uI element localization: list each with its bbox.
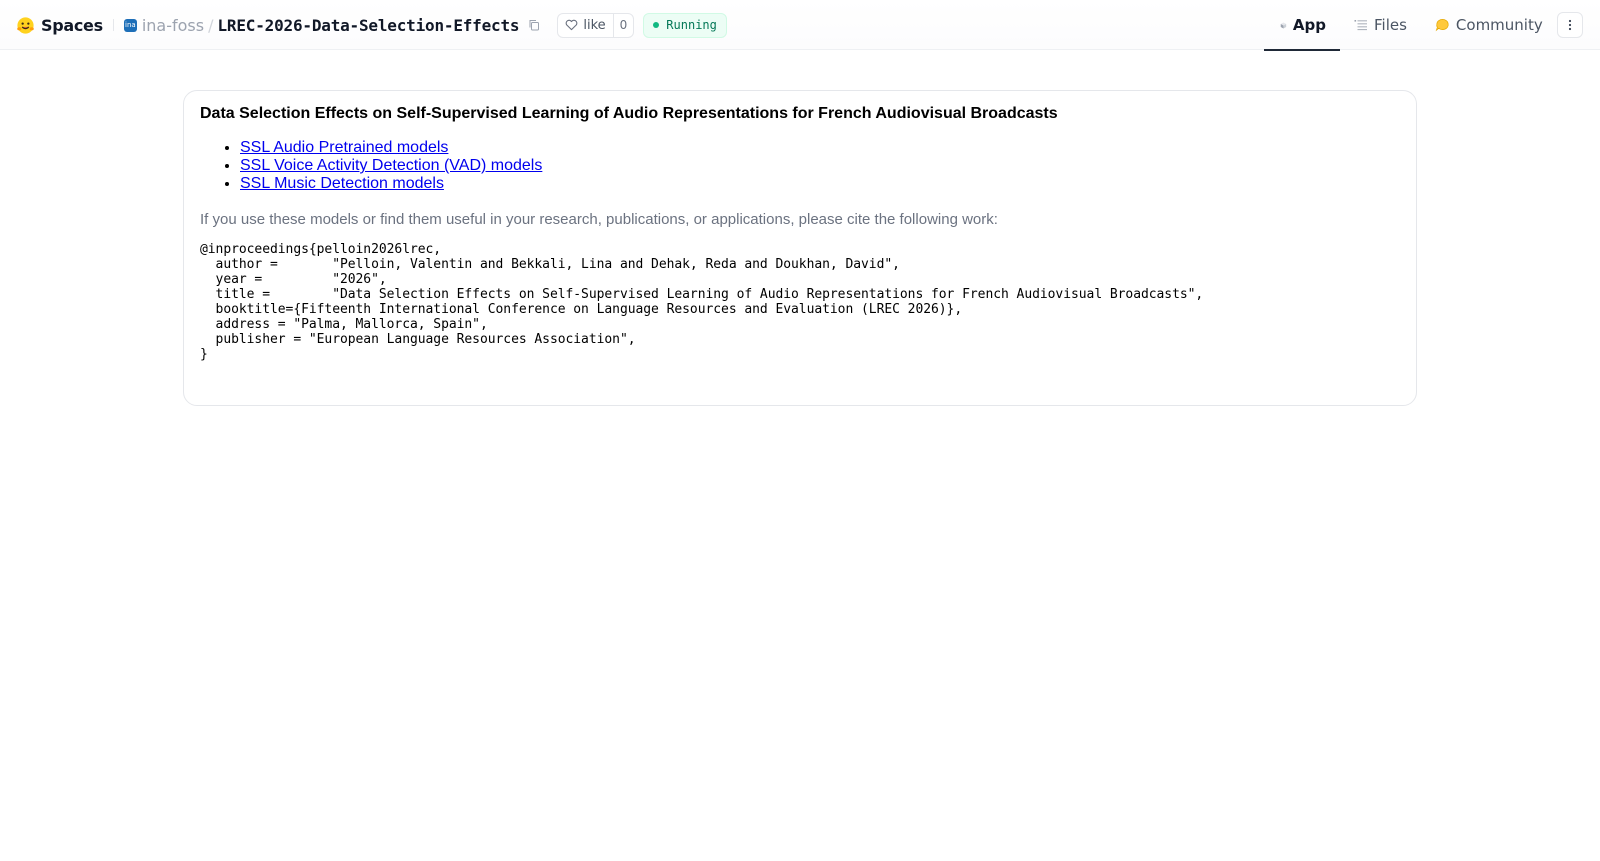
tab-app[interactable]: App (1264, 0, 1340, 51)
tab-app-label: App (1292, 16, 1326, 34)
more-vertical-icon (1568, 19, 1572, 31)
heart-icon (565, 19, 578, 31)
citation-note: If you use these models or find them use… (200, 211, 998, 228)
files-icon (1354, 20, 1367, 31)
list-item: SSL Audio Pretrained models (240, 139, 542, 157)
header-left: Spaces ina ina-foss / LREC-2026-Data-Sel… (16, 0, 727, 50)
header-divider (112, 19, 114, 31)
like-button[interactable]: like 0 (557, 12, 635, 38)
community-icon (1435, 19, 1449, 32)
tab-files-label: Files (1374, 16, 1407, 34)
status-label: Running (666, 18, 717, 32)
like-action[interactable]: like (558, 14, 612, 37)
hugging-face-logo-icon[interactable] (16, 16, 35, 35)
like-label: like (583, 17, 606, 33)
org-link[interactable]: ina-foss (142, 16, 204, 35)
page-title: Data Selection Effects on Self-Supervise… (200, 105, 1058, 122)
breadcrumb-separator: / (208, 15, 214, 35)
repo-name-link[interactable]: LREC-2026-Data-Selection-Effects (218, 16, 520, 35)
status-badge[interactable]: Running (643, 12, 727, 38)
tab-community-label: Community (1455, 16, 1543, 34)
list-item: SSL Music Detection models (240, 175, 542, 193)
bibtex-citation-block: @inproceedings{pelloin2026lrec, author =… (200, 242, 1204, 362)
list-item: SSL Voice Activity Detection (VAD) model… (240, 157, 542, 175)
ssl-audio-pretrained-models-link[interactable]: SSL Audio Pretrained models (240, 139, 448, 156)
top-bar: Spaces ina ina-foss / LREC-2026-Data-Sel… (0, 0, 1600, 51)
spaces-brand-link[interactable]: Spaces (41, 16, 103, 35)
app-cube-icon (1280, 22, 1287, 28)
status-dot-icon (653, 22, 660, 28)
tab-files[interactable]: Files (1340, 0, 1421, 50)
org-avatar[interactable]: ina (123, 18, 137, 32)
ssl-music-detection-models-link[interactable]: SSL Music Detection models (240, 175, 444, 192)
ssl-vad-models-link[interactable]: SSL Voice Activity Detection (VAD) model… (240, 157, 542, 174)
space-tabs: App Files Community (1264, 0, 1557, 51)
tab-community[interactable]: Community (1421, 0, 1557, 50)
like-count[interactable]: 0 (612, 13, 634, 37)
app-content-card: Data Selection Effects on Self-Supervise… (183, 90, 1417, 406)
model-links-list: SSL Audio Pretrained models SSL Voice Ac… (240, 139, 542, 193)
more-options-button[interactable] (1557, 12, 1583, 38)
copy-icon[interactable] (527, 18, 541, 32)
